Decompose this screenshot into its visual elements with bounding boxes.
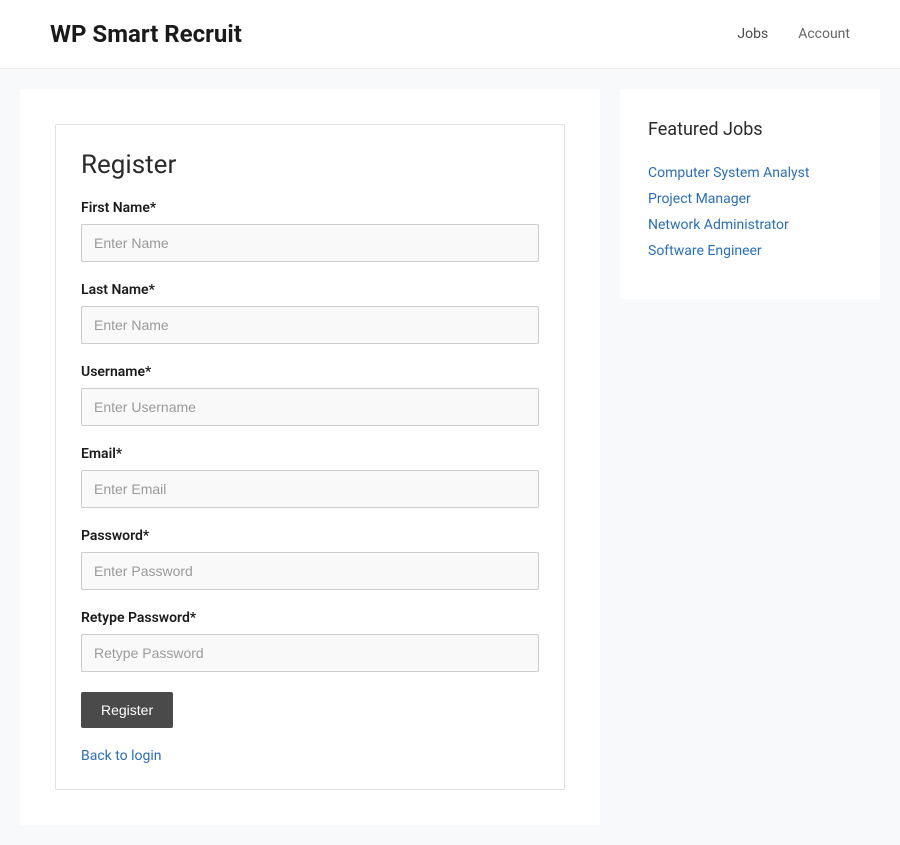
retype-password-input[interactable] [81, 634, 539, 672]
form-group-retype-password: Retype Password* [81, 610, 539, 672]
password-label: Password* [81, 528, 539, 544]
username-input[interactable] [81, 388, 539, 426]
site-title[interactable]: WP Smart Recruit [50, 20, 242, 48]
form-group-username: Username* [81, 364, 539, 426]
form-group-last-name: Last Name* [81, 282, 539, 344]
password-input[interactable] [81, 552, 539, 590]
register-form-card: Register First Name* Last Name* Username… [55, 124, 565, 790]
featured-jobs-list: Computer System Analyst Project Manager … [648, 165, 852, 259]
form-group-email: Email* [81, 446, 539, 508]
job-link[interactable]: Computer System Analyst [648, 165, 852, 181]
first-name-input[interactable] [81, 224, 539, 262]
sidebar-title: Featured Jobs [648, 119, 852, 140]
last-name-input[interactable] [81, 306, 539, 344]
form-group-first-name: First Name* [81, 200, 539, 262]
form-title: Register [81, 150, 539, 180]
nav-item-jobs[interactable]: Jobs [737, 26, 768, 42]
job-link[interactable]: Network Administrator [648, 217, 852, 233]
register-button[interactable]: Register [81, 692, 173, 728]
email-input[interactable] [81, 470, 539, 508]
username-label: Username* [81, 364, 539, 380]
nav-item-account[interactable]: Account [798, 26, 850, 42]
last-name-label: Last Name* [81, 282, 539, 298]
retype-password-label: Retype Password* [81, 610, 539, 626]
sidebar: Featured Jobs Computer System Analyst Pr… [620, 89, 880, 299]
form-group-password: Password* [81, 528, 539, 590]
email-label: Email* [81, 446, 539, 462]
main-content: Register First Name* Last Name* Username… [20, 89, 600, 825]
job-link[interactable]: Software Engineer [648, 243, 852, 259]
nav-menu: Jobs Account [737, 26, 850, 42]
back-to-login-link[interactable]: Back to login [81, 748, 539, 764]
first-name-label: First Name* [81, 200, 539, 216]
main-container: Register First Name* Last Name* Username… [0, 69, 900, 845]
header: WP Smart Recruit Jobs Account [0, 0, 900, 69]
job-link[interactable]: Project Manager [648, 191, 852, 207]
